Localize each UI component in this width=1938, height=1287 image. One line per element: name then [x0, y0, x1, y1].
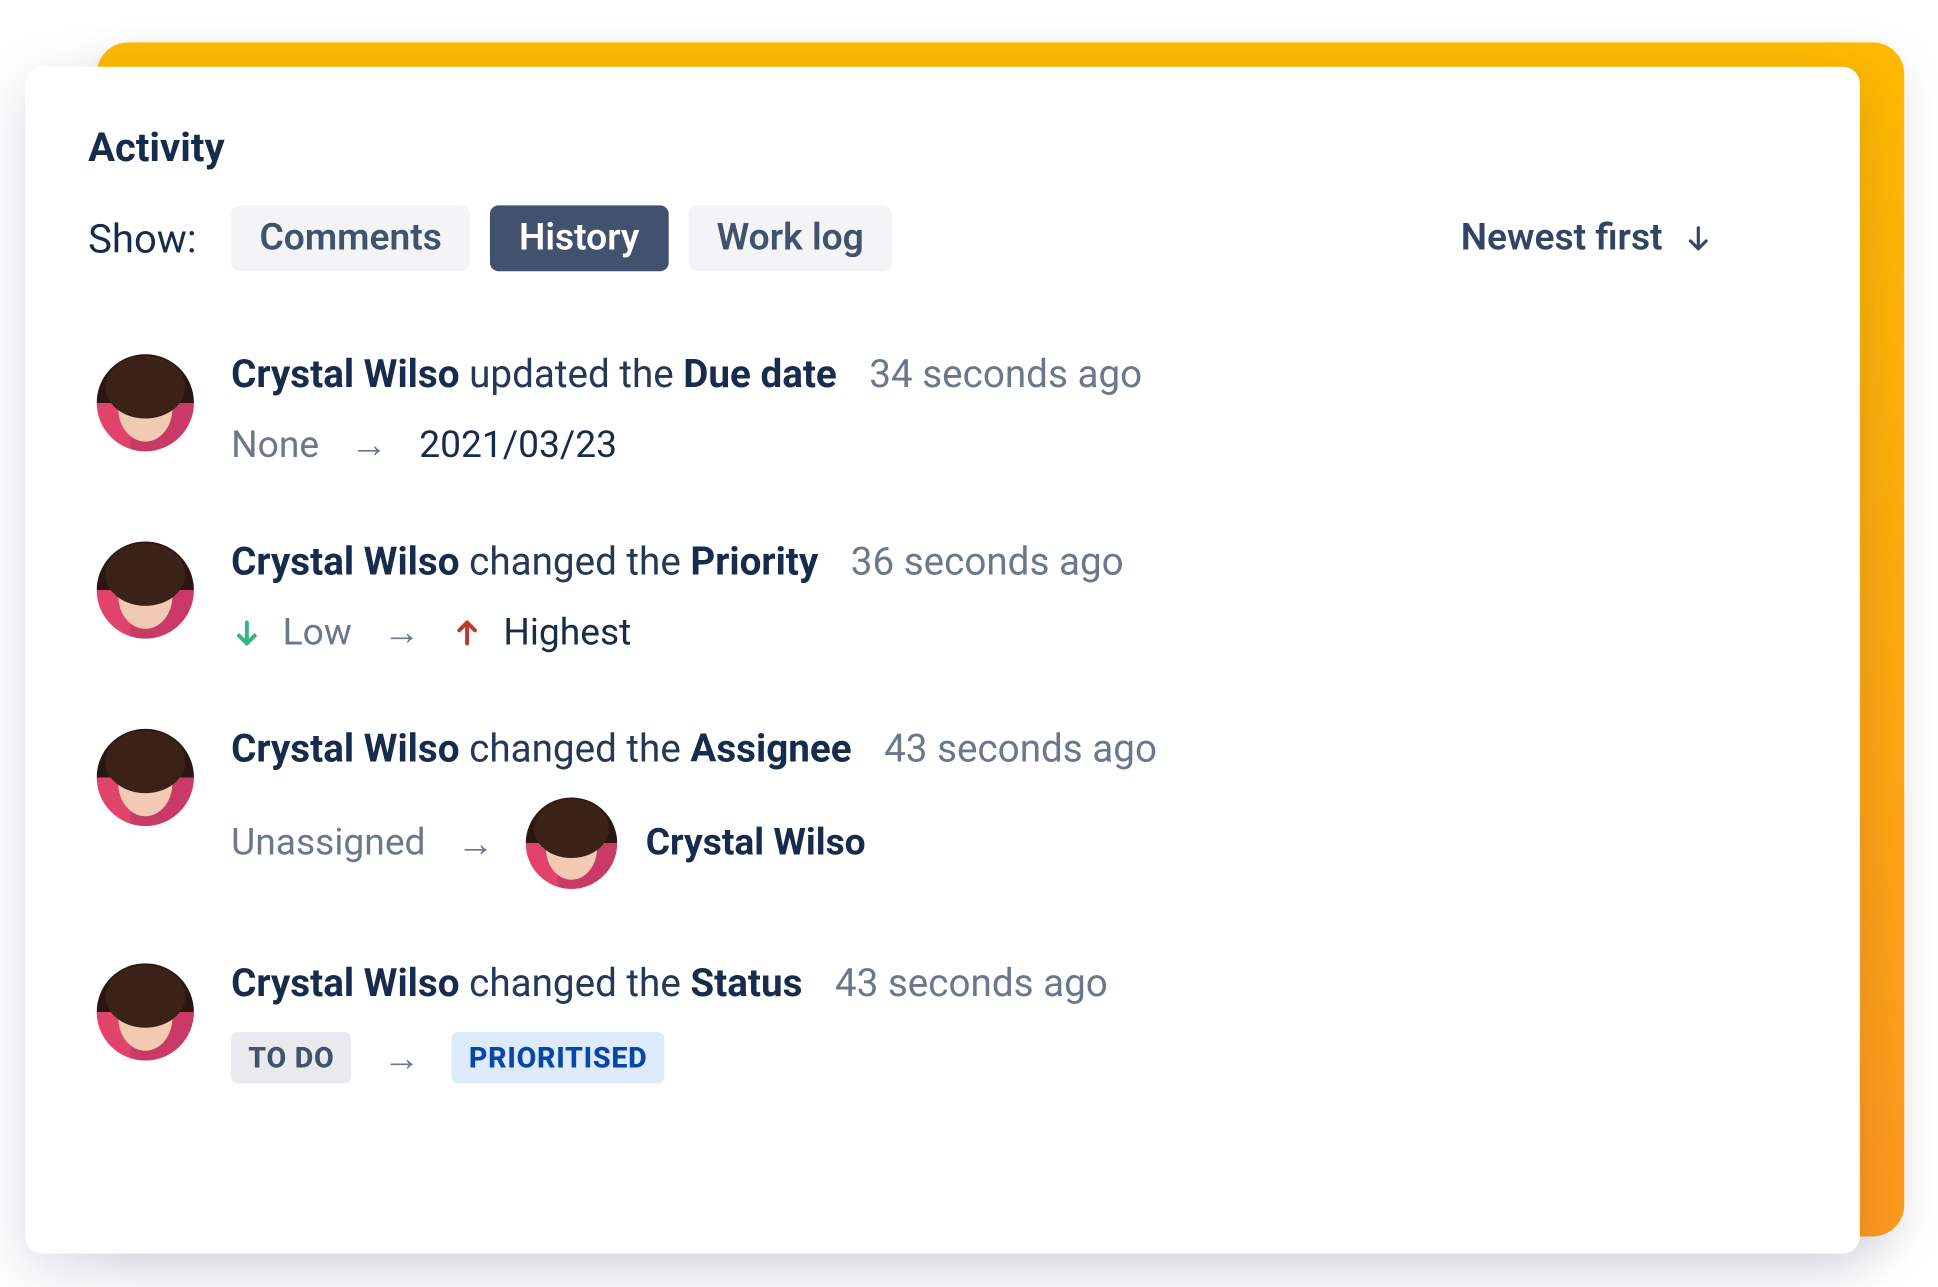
history-time: 43 seconds ago: [884, 726, 1157, 772]
change-to: 2021/03/23: [419, 423, 617, 466]
history-summary: Crystal Wilso changed the Priority 36 se…: [231, 539, 1124, 585]
arrow-down-icon: [1683, 223, 1714, 254]
history-time: 34 seconds ago: [869, 351, 1142, 397]
status-badge: PRIORITISED: [452, 1032, 665, 1083]
panel-title: Activity: [88, 124, 1797, 171]
change-from: None: [231, 423, 319, 466]
history-verb: changed the: [469, 960, 681, 1006]
history-summary: Crystal Wilso updated the Due date 34 se…: [231, 351, 1142, 397]
avatar: [97, 354, 194, 451]
history-verb: changed the: [469, 539, 681, 585]
arrow-right-icon: →: [351, 423, 388, 467]
history-summary: Crystal Wilso changed the Status 43 seco…: [231, 960, 1108, 1006]
history-field: Priority: [690, 539, 818, 585]
change-from: Low: [231, 611, 352, 654]
history-user: Crystal Wilso: [231, 351, 459, 397]
tab-comments[interactable]: Comments: [231, 205, 471, 271]
change-from: Unassigned: [231, 822, 425, 865]
activity-panel: Activity Show: Comments History Work log…: [25, 67, 1860, 1254]
history-verb: updated the: [469, 351, 674, 397]
history-list: Crystal Wilso updated the Due date 34 se…: [88, 351, 1797, 1083]
history-verb: changed the: [469, 726, 681, 772]
avatar: [97, 963, 194, 1060]
history-item: Crystal Wilso updated the Due date 34 se…: [97, 351, 1797, 467]
change-to: Highest: [452, 611, 631, 654]
status-badge: TO DO: [231, 1032, 352, 1083]
tab-history[interactable]: History: [490, 205, 668, 271]
history-item: Crystal Wilso changed the Assignee 43 se…: [97, 726, 1797, 889]
history-change: None → 2021/03/23: [231, 423, 1142, 467]
filter-bar: Show: Comments History Work log Newest f…: [88, 205, 1797, 271]
arrow-right-icon: →: [457, 821, 494, 865]
history-item: Crystal Wilso changed the Priority 36 se…: [97, 539, 1797, 655]
history-user: Crystal Wilso: [231, 539, 459, 585]
arrow-right-icon: →: [383, 610, 420, 654]
history-change: Unassigned → Crystal Wilso: [231, 797, 1157, 889]
avatar: [526, 797, 618, 889]
history-user: Crystal Wilso: [231, 960, 459, 1006]
history-time: 43 seconds ago: [835, 960, 1108, 1006]
arrow-right-icon: →: [383, 1036, 420, 1080]
priority-low-icon: [231, 617, 262, 648]
history-time: 36 seconds ago: [851, 539, 1124, 585]
priority-highest-icon: [452, 617, 483, 648]
history-item: Crystal Wilso changed the Status 43 seco…: [97, 960, 1797, 1083]
tab-worklog[interactable]: Work log: [688, 205, 892, 271]
avatar: [97, 541, 194, 638]
change-to: Crystal Wilso: [526, 797, 866, 889]
avatar: [97, 729, 194, 826]
history-field: Assignee: [690, 726, 851, 772]
show-label: Show:: [88, 215, 196, 262]
sort-toggle[interactable]: Newest first: [1461, 217, 1797, 260]
history-field: Status: [690, 960, 802, 1006]
history-change: Low → Highest: [231, 610, 1124, 654]
sort-label: Newest first: [1461, 217, 1663, 260]
history-user: Crystal Wilso: [231, 726, 459, 772]
history-change: TO DO → PRIORITISED: [231, 1032, 1108, 1083]
history-summary: Crystal Wilso changed the Assignee 43 se…: [231, 726, 1157, 772]
history-field: Due date: [683, 351, 836, 397]
